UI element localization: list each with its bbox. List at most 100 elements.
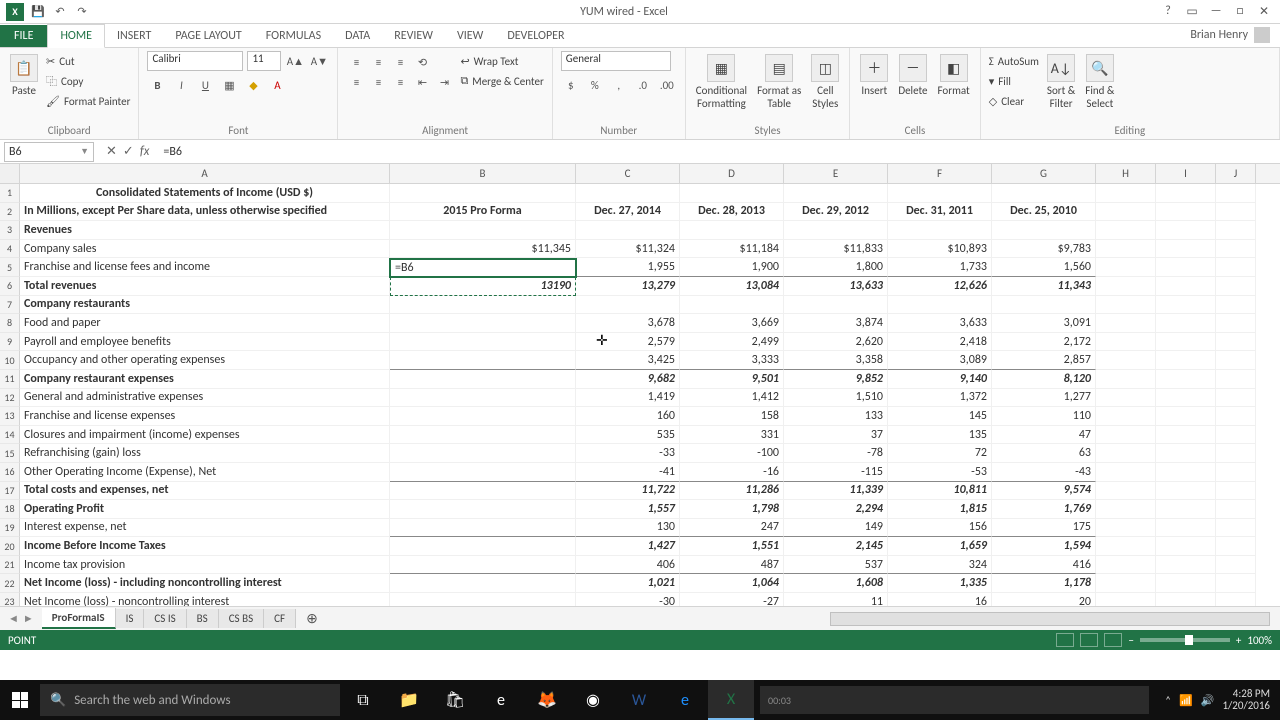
cell[interactable]: $10,893 bbox=[888, 240, 992, 259]
sheet-tab[interactable]: CS IS bbox=[144, 609, 186, 628]
borders-button[interactable]: ▦ bbox=[219, 76, 239, 96]
cell[interactable] bbox=[1216, 184, 1256, 203]
cell[interactable]: 1,955 bbox=[576, 258, 680, 277]
cell[interactable]: Company restaurant expenses bbox=[20, 370, 390, 389]
col-header[interactable]: B bbox=[390, 164, 576, 183]
cell[interactable]: 1,900 bbox=[680, 258, 784, 277]
cell[interactable]: 13,633 bbox=[784, 277, 888, 296]
number-format-select[interactable]: General bbox=[561, 51, 671, 71]
cell[interactable] bbox=[1156, 277, 1216, 296]
cell[interactable]: Dec. 25, 2010 bbox=[992, 203, 1096, 222]
cell[interactable]: 13,084 bbox=[680, 277, 784, 296]
copy-button[interactable]: ⿻ Copy bbox=[46, 72, 130, 90]
cell[interactable] bbox=[1216, 426, 1256, 445]
format-cells-button[interactable]: ◧Format bbox=[936, 52, 972, 99]
italic-button[interactable]: I bbox=[171, 76, 191, 96]
view-normal-icon[interactable] bbox=[1056, 633, 1074, 647]
cell[interactable] bbox=[1096, 426, 1156, 445]
cell[interactable] bbox=[1156, 519, 1216, 538]
cell[interactable] bbox=[1096, 444, 1156, 463]
account-user[interactable]: Brian Henry bbox=[1180, 23, 1280, 47]
cell[interactable] bbox=[1096, 482, 1156, 501]
inc-decimal-icon[interactable]: .0 bbox=[633, 76, 653, 96]
fill-color-button[interactable]: ◆ bbox=[243, 76, 263, 96]
cell[interactable] bbox=[1156, 184, 1216, 203]
cell[interactable] bbox=[390, 444, 576, 463]
cell[interactable]: 11,722 bbox=[576, 482, 680, 501]
font-color-button[interactable]: A bbox=[267, 76, 287, 96]
cell[interactable] bbox=[1216, 277, 1256, 296]
cell[interactable]: 63 bbox=[992, 444, 1096, 463]
fill-button[interactable]: ▾ Fill bbox=[989, 72, 1039, 90]
cell[interactable] bbox=[1156, 537, 1216, 556]
cell[interactable]: 3,669 bbox=[680, 314, 784, 333]
tab-data[interactable]: DATA bbox=[333, 25, 382, 47]
cell[interactable] bbox=[680, 184, 784, 203]
cell[interactable]: -30 bbox=[576, 593, 680, 606]
cell[interactable]: Payroll and employee benefits bbox=[20, 333, 390, 352]
cell[interactable]: 135 bbox=[888, 426, 992, 445]
cell[interactable]: -53 bbox=[888, 463, 992, 482]
cell[interactable]: 1,769 bbox=[992, 500, 1096, 519]
cell[interactable] bbox=[1216, 593, 1256, 606]
row-header[interactable]: 13 bbox=[0, 407, 20, 426]
tray-volume-icon[interactable]: 🔊 bbox=[1201, 694, 1215, 707]
row-header[interactable]: 6 bbox=[0, 277, 20, 296]
bold-button[interactable]: B bbox=[147, 76, 167, 96]
cell[interactable] bbox=[1156, 426, 1216, 445]
align-middle-icon[interactable]: ≡ bbox=[368, 52, 388, 72]
cell[interactable]: 133 bbox=[784, 407, 888, 426]
cell[interactable]: -78 bbox=[784, 444, 888, 463]
cell[interactable] bbox=[1156, 333, 1216, 352]
delete-cells-button[interactable]: －Delete bbox=[896, 52, 929, 99]
ribbon-opts-icon[interactable]: ▭ bbox=[1182, 4, 1202, 19]
cell[interactable] bbox=[390, 426, 576, 445]
cell[interactable] bbox=[1156, 463, 1216, 482]
cell[interactable]: Franchise and license expenses bbox=[20, 407, 390, 426]
cell[interactable]: 3,358 bbox=[784, 351, 888, 370]
align-center-icon[interactable]: ≡ bbox=[368, 73, 388, 93]
cell[interactable]: 13,279 bbox=[576, 277, 680, 296]
tray-chevron-icon[interactable]: ˄ bbox=[1165, 694, 1171, 707]
cell[interactable]: 149 bbox=[784, 519, 888, 538]
tab-page-layout[interactable]: PAGE LAYOUT bbox=[163, 25, 253, 47]
row-header[interactable]: 19 bbox=[0, 519, 20, 538]
cell[interactable]: 37 bbox=[784, 426, 888, 445]
autosum-button[interactable]: Σ AutoSum bbox=[989, 52, 1039, 70]
ie-icon[interactable]: e bbox=[662, 680, 708, 720]
cell[interactable] bbox=[390, 333, 576, 352]
fx-icon[interactable]: fx bbox=[140, 144, 150, 159]
row-header[interactable]: 23 bbox=[0, 593, 20, 606]
cell[interactable] bbox=[992, 296, 1096, 315]
col-header[interactable]: F bbox=[888, 164, 992, 183]
cell[interactable] bbox=[390, 556, 576, 575]
paste-button[interactable]: 📋Paste bbox=[8, 52, 40, 99]
cell[interactable]: Other Operating Income (Expense), Net bbox=[20, 463, 390, 482]
cell[interactable]: 11 bbox=[784, 593, 888, 606]
cell[interactable]: 11,286 bbox=[680, 482, 784, 501]
minimize-icon[interactable]: — bbox=[1206, 4, 1226, 19]
cell[interactable]: Dec. 29, 2012 bbox=[784, 203, 888, 222]
cell[interactable]: 20 bbox=[992, 593, 1096, 606]
cell[interactable] bbox=[1216, 240, 1256, 259]
cell[interactable] bbox=[1156, 500, 1216, 519]
view-layout-icon[interactable] bbox=[1080, 633, 1098, 647]
tab-view[interactable]: VIEW bbox=[445, 25, 495, 47]
cell[interactable] bbox=[1156, 203, 1216, 222]
cell[interactable]: 2,145 bbox=[784, 537, 888, 556]
row-header[interactable]: 1 bbox=[0, 184, 20, 203]
cond-format-button[interactable]: ▦Conditional Formatting bbox=[694, 52, 749, 112]
file-explorer-icon[interactable]: 📁 bbox=[386, 680, 432, 720]
insert-cells-button[interactable]: ＋Insert bbox=[858, 52, 890, 99]
cell[interactable] bbox=[1096, 556, 1156, 575]
align-top-icon[interactable]: ≡ bbox=[346, 52, 366, 72]
row-header[interactable]: 8 bbox=[0, 314, 20, 333]
cell[interactable]: Interest expense, net bbox=[20, 519, 390, 538]
cell[interactable]: 1,277 bbox=[992, 389, 1096, 408]
cell[interactable]: -43 bbox=[992, 463, 1096, 482]
cell[interactable] bbox=[1096, 593, 1156, 606]
sheet-tab[interactable]: CS BS bbox=[219, 609, 264, 628]
cell[interactable]: Dec. 27, 2014 bbox=[576, 203, 680, 222]
cell[interactable] bbox=[1096, 314, 1156, 333]
cell[interactable]: 2,857 bbox=[992, 351, 1096, 370]
